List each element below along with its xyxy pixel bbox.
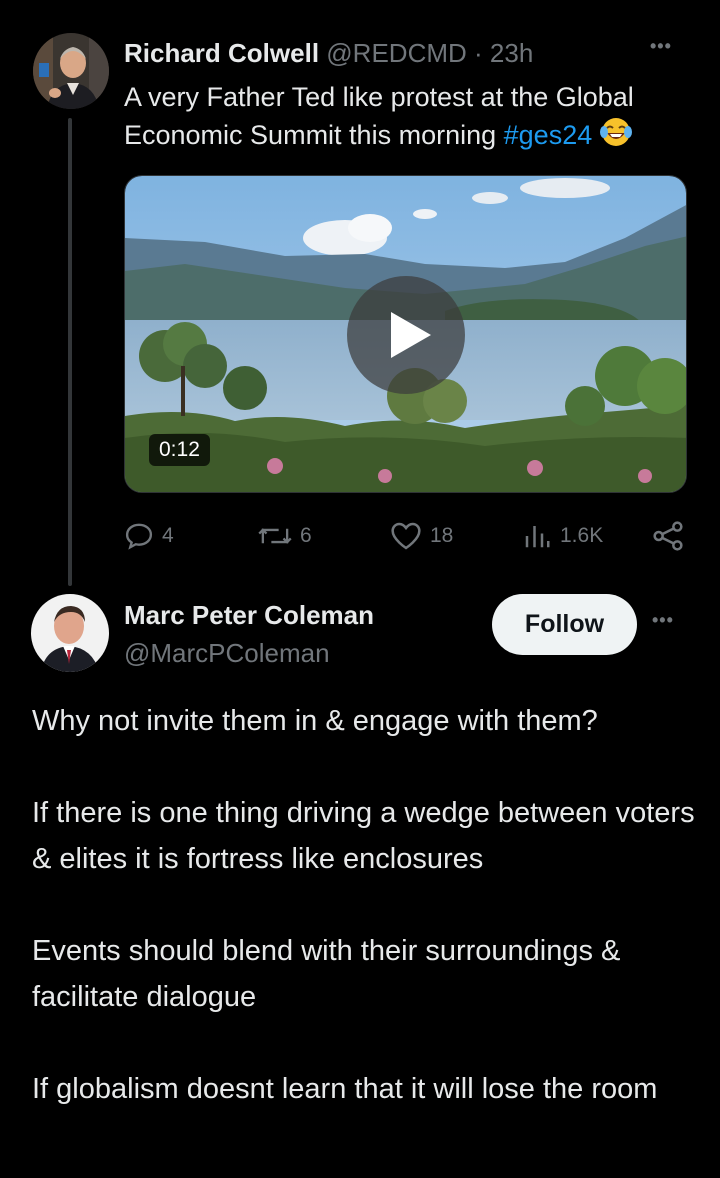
thread-connector-line xyxy=(68,118,72,586)
author-handle[interactable]: @REDCMD xyxy=(326,38,467,68)
tweet-actions: 4 6 18 1.6K xyxy=(124,516,694,556)
views-chart-icon xyxy=(525,526,550,548)
repost-icon xyxy=(258,528,292,544)
play-button[interactable] xyxy=(347,276,465,394)
views-button[interactable]: 1.6K xyxy=(522,516,603,556)
reply-paragraph: If globalism doesnt learn that it will l… xyxy=(32,1073,658,1105)
repost-button[interactable]: 6 xyxy=(258,516,312,556)
video-duration-badge: 0:12 xyxy=(149,434,210,466)
reply-paragraph: Events should blend with their surroundi… xyxy=(32,935,621,1013)
more-options-icon[interactable]: ••• xyxy=(652,610,674,631)
like-count: 18 xyxy=(430,524,454,547)
separator-dot: · xyxy=(474,38,483,68)
tweet-text: A very Father Ted like protest at the Gl… xyxy=(124,78,694,158)
reply-icon xyxy=(125,523,153,550)
repost-count: 6 xyxy=(300,524,312,547)
share-button[interactable] xyxy=(652,516,692,556)
reply-count: 4 xyxy=(162,524,174,547)
reply-paragraph: If there is one thing driving a wedge be… xyxy=(32,797,695,875)
reply-author-name[interactable]: Marc Peter Coleman xyxy=(124,598,374,632)
avatar[interactable] xyxy=(33,33,109,109)
avatar[interactable] xyxy=(31,594,109,672)
author-name[interactable]: Richard Colwell xyxy=(124,38,319,68)
views-count: 1.6K xyxy=(560,524,604,547)
hashtag-link[interactable]: #ges24 xyxy=(504,120,593,150)
reply-paragraph: Why not invite them in & engage with the… xyxy=(32,705,598,737)
play-icon xyxy=(391,312,431,358)
heart-icon xyxy=(391,522,421,550)
video-thumbnail[interactable]: 0:12 xyxy=(124,175,687,493)
face-with-tears-of-joy-icon xyxy=(599,116,632,158)
reply-button[interactable]: 4 xyxy=(124,516,174,556)
reply-text: Why not invite them in & engage with the… xyxy=(32,698,702,1112)
tweet-time[interactable]: 23h xyxy=(490,38,533,68)
tweet-header: Richard Colwell @REDCMD · 23h xyxy=(124,36,533,70)
more-options-icon[interactable]: ••• xyxy=(650,36,672,57)
share-icon xyxy=(653,521,683,551)
reply-author-handle[interactable]: @MarcPColeman xyxy=(124,636,330,670)
like-button[interactable]: 18 xyxy=(390,516,453,556)
follow-button[interactable]: Follow xyxy=(492,594,637,655)
